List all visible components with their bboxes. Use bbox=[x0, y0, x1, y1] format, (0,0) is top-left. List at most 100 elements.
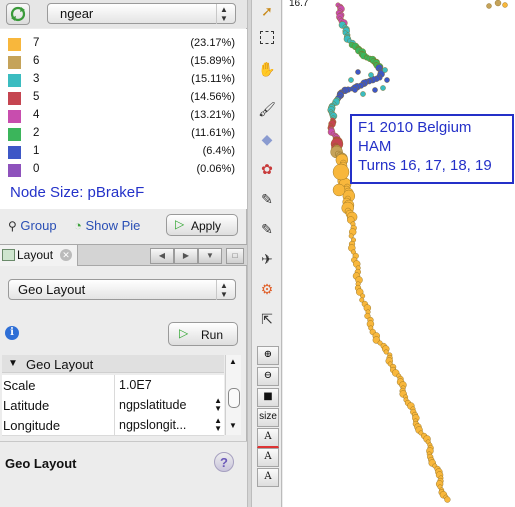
pie-icon: ◔ bbox=[74, 218, 82, 233]
track-point bbox=[382, 67, 388, 73]
group-label: Group bbox=[20, 218, 57, 233]
legend-label: 1 bbox=[33, 145, 40, 157]
legend-label: 4 bbox=[33, 109, 40, 121]
text-icon[interactable]: A bbox=[257, 448, 279, 467]
legend-swatch bbox=[8, 74, 21, 87]
track-point bbox=[486, 3, 492, 9]
property-section-header[interactable]: ▼ Geo Layout bbox=[2, 355, 224, 373]
node-size-label: Node Size: pBrakeF bbox=[10, 184, 145, 201]
stepper-icon[interactable]: ▲ ▼ bbox=[214, 417, 222, 433]
legend-swatch bbox=[8, 164, 21, 177]
text-color-icon[interactable]: A bbox=[257, 428, 279, 448]
property-value[interactable]: ngpslongit... bbox=[114, 415, 224, 435]
attribute-select[interactable]: ngear ▲ ▼ bbox=[47, 3, 236, 24]
size-icon[interactable]: size bbox=[257, 408, 279, 427]
track-point bbox=[332, 163, 350, 181]
legend-percent: (23.17%) bbox=[190, 37, 235, 49]
play-icon: ▷ bbox=[175, 217, 185, 231]
left-panel: ngear ▲ ▼ 7 (23.17%) 6 (15.89%) 3 (15.11%… bbox=[0, 0, 247, 507]
info-icon[interactable]: i bbox=[5, 326, 19, 340]
help-pointer-icon[interactable]: ⇱ bbox=[256, 308, 278, 330]
lasso-icon[interactable]: ✋ bbox=[256, 58, 278, 80]
text-shadow-icon[interactable]: A bbox=[257, 468, 279, 487]
run-button[interactable]: ▷ Run bbox=[168, 322, 238, 346]
square-icon[interactable]: ■ bbox=[257, 388, 279, 407]
pencil-icon[interactable]: ✎ bbox=[256, 188, 278, 210]
scroll-thumb[interactable] bbox=[228, 388, 240, 408]
apply-label: Apply bbox=[191, 219, 222, 233]
collapse-triangle-icon: ▼ bbox=[8, 358, 18, 369]
select-arrows-icon: ▲ ▼ bbox=[216, 4, 231, 24]
track-point bbox=[355, 69, 361, 75]
diamond-icon[interactable]: ◆ bbox=[256, 128, 278, 150]
legend-swatch bbox=[8, 92, 21, 105]
rect-select-icon[interactable] bbox=[256, 28, 278, 50]
legend-swatch bbox=[8, 110, 21, 123]
legend-row[interactable]: 0 (0.06%) bbox=[0, 161, 247, 179]
property-value[interactable]: ngpslatitude bbox=[114, 395, 224, 415]
tab-scroll-left-icon[interactable]: ◀ bbox=[150, 248, 174, 264]
refresh-button[interactable] bbox=[6, 3, 30, 25]
layout-select-value: Geo Layout bbox=[18, 282, 86, 297]
zoom-in-icon[interactable]: ⊕ bbox=[257, 346, 279, 365]
legend-row[interactable]: 3 (15.11%) bbox=[0, 71, 247, 89]
legend-label: 3 bbox=[33, 73, 40, 85]
legend-row[interactable]: 6 (15.89%) bbox=[0, 53, 247, 71]
legend-row[interactable]: 4 (13.21%) bbox=[0, 107, 247, 125]
close-tab-icon[interactable]: ✕ bbox=[60, 249, 72, 261]
layout-icon bbox=[2, 249, 15, 261]
property-value[interactable]: 1.0E7 bbox=[114, 375, 224, 395]
layout-tab-label: Layout bbox=[17, 248, 54, 262]
property-row[interactable]: Scale 1.0E7 bbox=[2, 375, 224, 396]
legend-label: 7 bbox=[33, 37, 40, 49]
annotation-box[interactable]: F1 2010 Belgium HAM Turns 16, 17, 18, 19 bbox=[350, 114, 514, 184]
pencil-alt-icon[interactable]: ✎ bbox=[256, 218, 278, 240]
apply-button[interactable]: ▷ Apply bbox=[166, 214, 238, 236]
property-key: Longitude bbox=[3, 418, 61, 433]
legend-label: 6 bbox=[33, 55, 40, 67]
tab-scroll-right-icon[interactable]: ▶ bbox=[174, 248, 198, 264]
tab-layout[interactable]: Layout ✕ bbox=[0, 245, 78, 266]
legend-swatch bbox=[8, 38, 21, 51]
play-icon: ▷ bbox=[179, 326, 189, 340]
property-scrollbar[interactable]: ▲ ▼ bbox=[225, 355, 241, 435]
legend-percent: (15.89%) bbox=[190, 55, 235, 67]
maximize-icon[interactable]: □ bbox=[226, 248, 244, 264]
brush-icon[interactable]: 🖌 bbox=[256, 98, 278, 120]
tab-list-icon[interactable]: ▼ bbox=[198, 248, 222, 264]
airplane-icon[interactable]: ✈ bbox=[256, 248, 278, 270]
legend-row[interactable]: 2 (11.61%) bbox=[0, 125, 247, 143]
legend-panel: 7 (23.17%) 6 (15.89%) 3 (15.11%) 5 (14.5… bbox=[0, 29, 247, 209]
run-label: Run bbox=[201, 328, 224, 342]
track-point bbox=[352, 87, 358, 93]
legend-percent: (14.56%) bbox=[190, 91, 235, 103]
property-row[interactable]: Longitude ngpslongit... ▲ ▼ bbox=[2, 415, 224, 436]
legend-label: 5 bbox=[33, 91, 40, 103]
tool-palette: ➚ ✋ 🖌 ◆ ✿ ✎ ✎ ✈ ⚙ ⇱ ⊕ ⊖ ■ size A A A bbox=[252, 0, 282, 507]
legend-row[interactable]: 7 (23.17%) bbox=[0, 35, 247, 53]
legend-percent: (15.11%) bbox=[191, 73, 235, 85]
property-section-title: Geo Layout bbox=[26, 357, 94, 372]
property-row[interactable]: Latitude ngpslatitude ▲ ▼ bbox=[2, 395, 224, 416]
gear-icon[interactable]: ⚙ bbox=[256, 278, 278, 300]
zoom-out-icon[interactable]: ⊖ bbox=[257, 367, 279, 386]
map-canvas[interactable]: 16.7 F1 2010 Belgium HAM Turns 16, 17, 1… bbox=[283, 0, 515, 507]
scroll-down-icon[interactable]: ▼ bbox=[229, 421, 237, 430]
legend-row[interactable]: 5 (14.56%) bbox=[0, 89, 247, 107]
show-pie-label: Show Pie bbox=[85, 218, 141, 233]
show-pie-button[interactable]: ◔ Show Pie bbox=[74, 218, 140, 233]
help-icon[interactable]: ? bbox=[214, 452, 234, 472]
legend-label: 0 bbox=[33, 163, 40, 175]
property-table: ▼ Geo Layout Scale 1.0E7 Latitude ngpsla… bbox=[0, 355, 247, 437]
group-button[interactable]: ⚲ Group bbox=[8, 218, 57, 233]
layout-select[interactable]: Geo Layout ▲ ▼ bbox=[8, 279, 236, 300]
legend-label: 2 bbox=[33, 127, 40, 139]
legend-row[interactable]: 1 (6.4%) bbox=[0, 143, 247, 161]
track-point bbox=[502, 2, 508, 8]
select-arrow-icon[interactable]: ➚ bbox=[256, 0, 278, 22]
stepper-icon[interactable]: ▲ ▼ bbox=[214, 397, 222, 413]
scroll-up-icon[interactable]: ▲ bbox=[229, 357, 237, 366]
property-key: Scale bbox=[3, 378, 36, 393]
track-point bbox=[348, 77, 354, 83]
color-palette-icon[interactable]: ✿ bbox=[256, 158, 278, 180]
